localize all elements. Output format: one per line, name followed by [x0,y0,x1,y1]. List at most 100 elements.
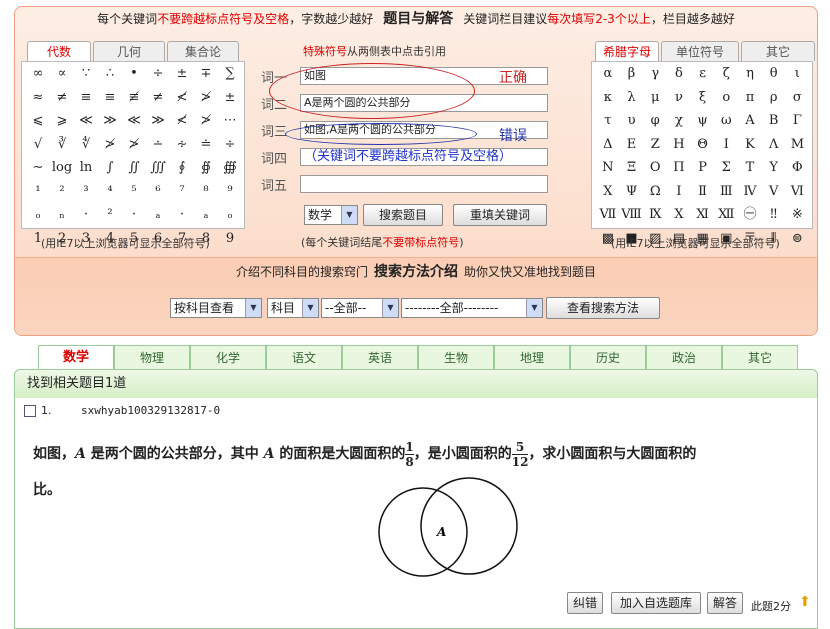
greek-symbol[interactable]: Ⅱ [691,180,715,204]
tab-chinese[interactable]: 语文 [266,345,342,369]
tab-geography[interactable]: 地理 [494,345,570,369]
algebra-symbol[interactable]: ÷ [146,62,170,86]
tab-algebra[interactable]: 代数 [27,41,91,61]
tab-units[interactable]: 单位符号 [661,41,739,61]
tab-math[interactable]: 数学 [38,345,114,369]
greek-symbol[interactable]: μ [643,86,667,110]
greek-symbol[interactable]: ο [714,86,738,110]
greek-symbol[interactable]: θ [762,62,786,86]
greek-symbol[interactable]: Ⅺ [691,203,715,227]
greek-symbol[interactable]: π [738,86,762,110]
subcategory-select[interactable]: --------全部-------- ▼ [401,298,543,318]
tab-other-subject[interactable]: 其它 [722,345,798,369]
search-button[interactable]: 搜索题目 [363,204,443,226]
greek-symbol[interactable]: σ [786,86,810,110]
subject-select[interactable]: 数学 ▼ [304,205,358,225]
tab-politics[interactable]: 政治 [646,345,722,369]
greek-symbol[interactable]: ω [714,109,738,133]
greek-symbol[interactable]: Α [738,109,762,133]
greek-symbol[interactable]: ㊀ [738,203,762,227]
greek-symbol[interactable]: χ [667,109,691,133]
algebra-symbol[interactable]: ² [50,180,74,204]
algebra-symbol[interactable]: · [74,203,98,227]
algebra-symbol[interactable]: ln [74,156,98,180]
algebra-symbol[interactable]: ≮ [170,109,194,133]
greek-symbol[interactable]: ξ [691,86,715,110]
tab-other[interactable]: 其它 [741,41,815,61]
greek-symbol[interactable]: Ⅰ [667,180,691,204]
algebra-symbol[interactable]: ∴ [98,62,122,86]
category-select[interactable]: --全部-- ▼ [321,298,399,318]
algebra-symbol[interactable]: ⁷ [170,180,194,204]
algebra-symbol[interactable]: ₙ [50,203,74,227]
algebra-symbol[interactable]: ² [98,203,122,227]
greek-symbol[interactable]: η [738,62,762,86]
greek-symbol[interactable]: υ [620,109,644,133]
algebra-symbol[interactable]: ∮ [170,156,194,180]
algebra-symbol[interactable]: ∸ [146,133,170,157]
algebra-symbol[interactable]: ₒ [26,203,50,227]
algebra-symbol[interactable]: ÷ [218,133,242,157]
algebra-symbol[interactable]: · [122,203,146,227]
algebra-symbol[interactable]: ₐ [194,203,218,227]
greek-symbol[interactable]: Λ [762,133,786,157]
greek-symbol[interactable]: Ζ [643,133,667,157]
algebra-symbol[interactable]: ∻ [170,133,194,157]
greek-symbol[interactable]: Ⅵ [786,180,810,204]
algebra-symbol[interactable]: log [50,156,74,180]
greek-symbol[interactable]: Ο [643,156,667,180]
algebra-symbol[interactable]: ∰ [218,156,242,180]
subject-filter-select[interactable]: 科目 ▼ [267,298,319,318]
greek-symbol[interactable]: Ⅹ [667,203,691,227]
algebra-symbol[interactable]: ≪ [122,109,146,133]
greek-symbol[interactable]: Ⅳ [738,180,762,204]
tab-biology[interactable]: 生物 [418,345,494,369]
greek-symbol[interactable]: Ρ [691,156,715,180]
algebra-symbol[interactable]: ∜ [74,133,98,157]
greek-symbol[interactable]: Ψ [620,180,644,204]
greek-symbol[interactable]: ‼ [762,203,786,227]
algebra-symbol[interactable]: ∝ [50,62,74,86]
greek-symbol[interactable]: Ι [714,133,738,157]
greek-symbol[interactable]: Ν [596,156,620,180]
greek-symbol[interactable]: Γ [786,109,810,133]
greek-symbol[interactable]: Ⅲ [714,180,738,204]
algebra-symbol[interactable]: ∵ [74,62,98,86]
algebra-symbol[interactable]: ∼ [26,156,50,180]
tab-history[interactable]: 历史 [570,345,646,369]
greek-symbol[interactable]: Υ [762,156,786,180]
algebra-symbol[interactable]: ≡ [74,86,98,110]
algebra-symbol[interactable]: · [170,203,194,227]
greek-symbol[interactable]: λ [620,86,644,110]
algebra-symbol[interactable]: ⋯ [218,109,242,133]
greek-symbol[interactable]: Μ [786,133,810,157]
algebra-symbol[interactable]: ≪ [74,109,98,133]
keyword-input-5[interactable] [300,175,548,193]
algebra-symbol[interactable]: ¹ [26,180,50,204]
algebra-symbol[interactable]: ≠ [50,86,74,110]
greek-symbol[interactable]: Η [667,133,691,157]
tab-english[interactable]: 英语 [342,345,418,369]
algebra-symbol[interactable]: ∯ [194,156,218,180]
greek-symbol[interactable]: ⊜ [786,227,810,251]
greek-symbol[interactable]: Χ [596,180,620,204]
algebra-symbol[interactable]: ∛ [50,133,74,157]
greek-symbol[interactable]: γ [643,62,667,86]
report-error-button[interactable]: 纠错 [567,592,603,614]
greek-symbol[interactable]: Ξ [620,156,644,180]
greek-symbol[interactable]: Ⅶ [596,203,620,227]
algebra-symbol[interactable]: ⁴ [98,180,122,204]
greek-symbol[interactable]: Τ [738,156,762,180]
algebra-symbol[interactable]: ⁹ [218,180,242,204]
greek-symbol[interactable]: ζ [714,62,738,86]
by-subject-select[interactable]: 按科目查看 ▼ [170,298,262,318]
greek-symbol[interactable]: φ [643,109,667,133]
answer-button[interactable]: 解答 [707,592,743,614]
algebra-symbol[interactable]: ⁶ [146,180,170,204]
algebra-symbol[interactable]: ± [218,86,242,110]
algebra-symbol[interactable]: ∓ [194,62,218,86]
greek-symbol[interactable]: Ⅻ [714,203,738,227]
algebra-symbol[interactable]: ≯ [98,133,122,157]
greek-symbol[interactable]: Ⅷ [620,203,644,227]
algebra-symbol[interactable]: ≡ [98,86,122,110]
